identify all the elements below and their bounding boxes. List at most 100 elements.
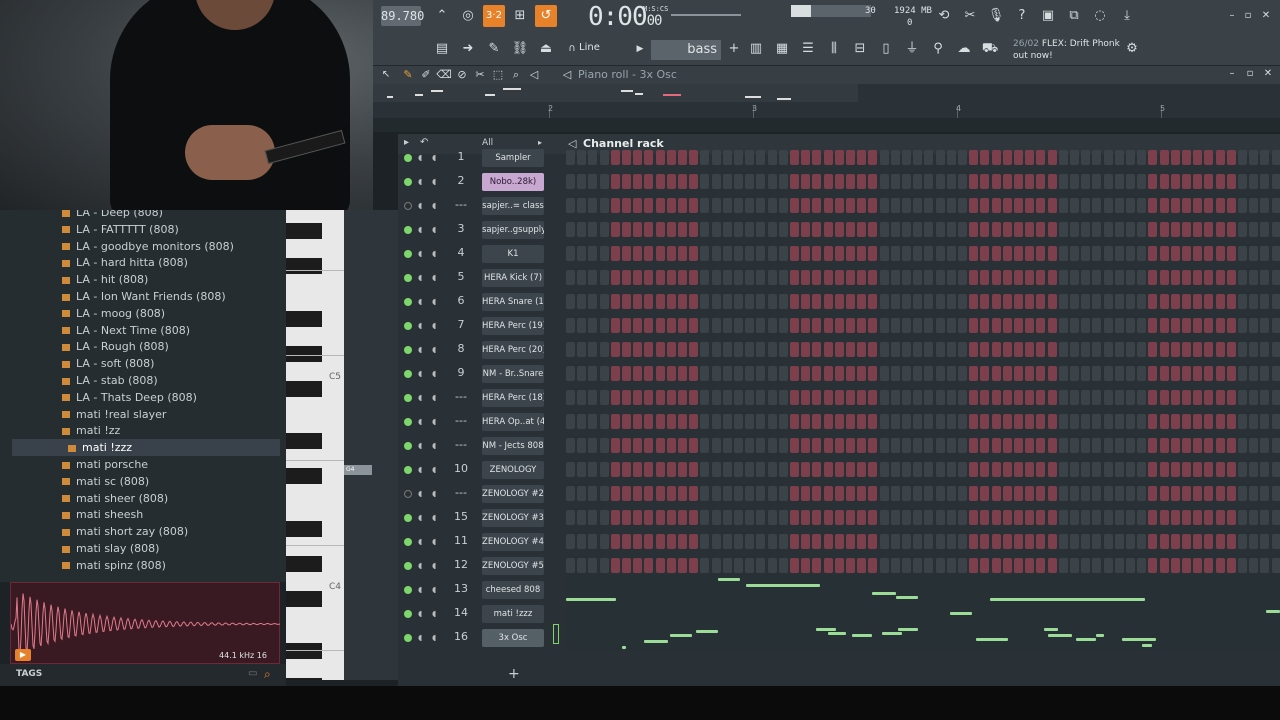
channel-button[interactable]: ZENOLOGY #2 [482, 485, 544, 503]
step-button[interactable] [1058, 558, 1068, 573]
step-button[interactable] [924, 246, 934, 261]
step-button[interactable] [633, 270, 643, 285]
master-pitch-slider[interactable] [671, 14, 741, 16]
step-button[interactable] [767, 222, 777, 237]
step-button[interactable] [1092, 558, 1102, 573]
step-button[interactable] [1215, 486, 1225, 501]
step-button[interactable] [969, 486, 979, 501]
step-button[interactable] [1159, 222, 1169, 237]
step-button[interactable] [1103, 510, 1113, 525]
step-button[interactable] [767, 174, 777, 189]
step-button[interactable] [588, 294, 598, 309]
mixer-track-number[interactable]: --- [450, 486, 472, 499]
note[interactable] [1044, 628, 1058, 631]
step-button[interactable] [1271, 510, 1280, 525]
volume-knob-icon[interactable]: ◖ [432, 465, 438, 474]
step-button[interactable] [969, 294, 979, 309]
step-button[interactable] [857, 150, 867, 165]
step-button[interactable] [1137, 342, 1147, 357]
volume-knob-icon[interactable]: ◖ [432, 321, 438, 330]
step-button[interactable] [1058, 198, 1068, 213]
step-button[interactable] [902, 390, 911, 405]
step-button[interactable] [1148, 150, 1158, 165]
step-button[interactable] [1036, 342, 1046, 357]
step-button[interactable] [1036, 558, 1046, 573]
step-button[interactable] [711, 198, 721, 213]
step-button[interactable] [980, 270, 990, 285]
step-button[interactable] [1193, 294, 1203, 309]
step-button[interactable] [734, 366, 743, 381]
browser-icon[interactable]: ⊟ [849, 38, 871, 60]
step-button[interactable] [991, 198, 1001, 213]
playlist-icon[interactable]: ▤ [431, 38, 453, 60]
step-button[interactable] [913, 510, 923, 525]
step-button[interactable] [868, 198, 878, 213]
step-button[interactable] [734, 198, 743, 213]
mixer-track-number[interactable]: 13 [450, 582, 472, 595]
add-pattern-icon[interactable]: + [723, 38, 745, 60]
step-button[interactable] [924, 510, 934, 525]
step-button[interactable] [1025, 246, 1035, 261]
step-button[interactable] [622, 390, 631, 405]
step-button[interactable] [1249, 558, 1259, 573]
stamp-icon[interactable]: ⏏ [535, 38, 557, 60]
step-button[interactable] [913, 486, 923, 501]
step-button[interactable] [958, 558, 967, 573]
step-button[interactable] [689, 510, 699, 525]
step-button[interactable] [566, 414, 575, 429]
step-button[interactable] [655, 294, 665, 309]
step-button[interactable] [1226, 318, 1236, 333]
step-button[interactable] [566, 294, 575, 309]
step-button[interactable] [588, 462, 598, 477]
step-button[interactable] [610, 438, 620, 453]
mixer-track-number[interactable]: 5 [450, 270, 472, 283]
step-button[interactable] [812, 150, 822, 165]
step-button[interactable] [924, 318, 934, 333]
step-button[interactable] [1126, 486, 1135, 501]
step-button[interactable] [577, 390, 587, 405]
step-button[interactable] [902, 246, 911, 261]
step-button[interactable] [902, 222, 911, 237]
step-button[interactable] [890, 246, 900, 261]
step-button[interactable] [946, 390, 956, 405]
step-button[interactable] [666, 390, 676, 405]
step-button[interactable] [1126, 438, 1135, 453]
step-button[interactable] [655, 174, 665, 189]
step-button[interactable] [1002, 318, 1012, 333]
step-button[interactable] [1159, 486, 1169, 501]
note[interactable] [1142, 644, 1152, 647]
step-button[interactable] [778, 150, 788, 165]
step-button[interactable] [946, 510, 956, 525]
step-button[interactable] [868, 534, 878, 549]
step-button[interactable] [1137, 270, 1147, 285]
step-button[interactable] [1148, 342, 1158, 357]
step-button[interactable] [1204, 318, 1214, 333]
step-button[interactable] [1014, 534, 1023, 549]
step-button[interactable] [700, 558, 710, 573]
step-button[interactable] [1170, 294, 1180, 309]
step-button[interactable] [1238, 198, 1247, 213]
channel-button[interactable]: HERA Op..at (4) [482, 413, 544, 431]
step-button[interactable] [1249, 510, 1259, 525]
step-button[interactable] [790, 438, 799, 453]
step-button[interactable] [823, 390, 833, 405]
step-button[interactable] [622, 150, 631, 165]
step-button[interactable] [1260, 534, 1270, 549]
step-button[interactable] [1148, 198, 1158, 213]
step-button[interactable] [868, 462, 878, 477]
black-key[interactable] [286, 643, 322, 659]
step-button[interactable] [1193, 270, 1203, 285]
step-button[interactable] [678, 486, 687, 501]
step-button[interactable] [678, 414, 687, 429]
step-button[interactable] [1047, 366, 1057, 381]
mixer-track-number[interactable]: --- [450, 438, 472, 451]
step-button[interactable] [1271, 534, 1280, 549]
browser-item[interactable]: mati spinz (808) [62, 557, 166, 574]
step-button[interactable] [1036, 222, 1046, 237]
step-button[interactable] [689, 438, 699, 453]
step-button[interactable] [958, 198, 967, 213]
step-button[interactable] [980, 174, 990, 189]
step-button[interactable] [633, 414, 643, 429]
step-button[interactable] [1148, 414, 1158, 429]
step-button[interactable] [756, 486, 766, 501]
